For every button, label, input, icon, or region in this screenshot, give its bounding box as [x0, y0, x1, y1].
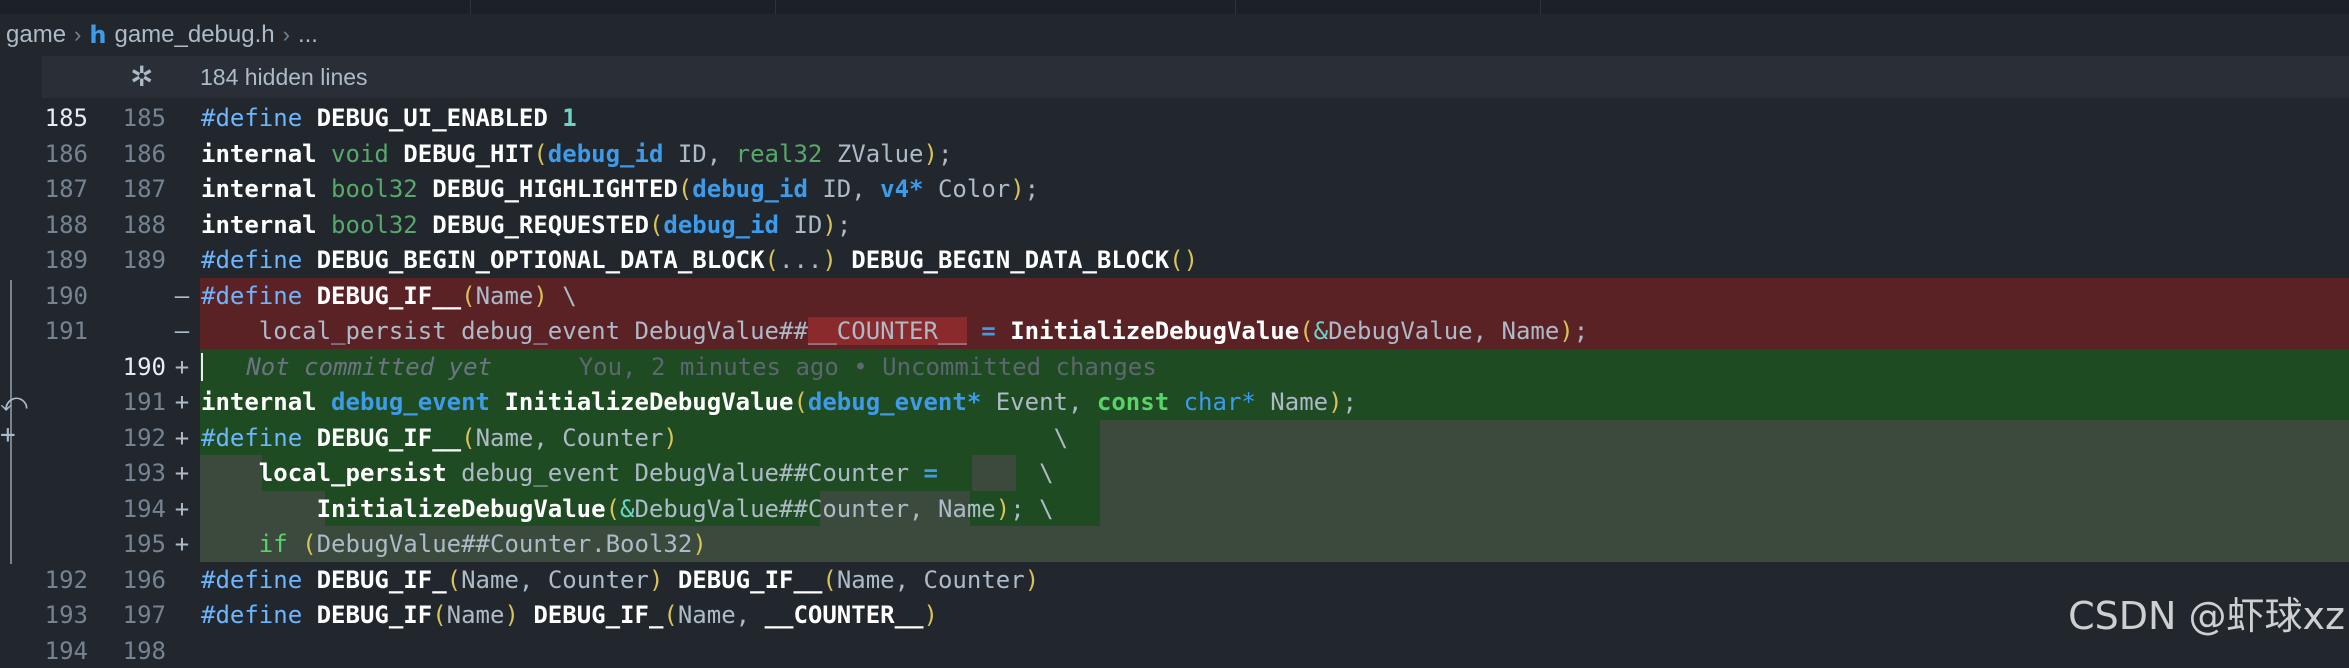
- removed-marker: —: [170, 317, 194, 345]
- old-line-number: 189: [28, 246, 88, 274]
- chevron-right-icon: ›: [74, 22, 81, 48]
- new-line-number: 187: [106, 175, 166, 203]
- changed-chars-highlight: [1100, 420, 2349, 456]
- breadcrumb: game › h game_debug.h › ...: [0, 14, 2349, 56]
- code-text: #define DEBUG_IF__(Name, Counter) \: [201, 424, 1068, 452]
- new-line-number: 189: [106, 246, 166, 274]
- blame-detail: You, 2 minutes ago • Uncommitted changes: [579, 353, 1157, 381]
- code-line-removed[interactable]: 191 — local_persist debug_event DebugVal…: [0, 313, 2349, 349]
- tab-strip-segment[interactable]: [1235, 0, 1541, 14]
- old-line-number: 191: [28, 317, 88, 345]
- old-line-number: 188: [28, 211, 88, 239]
- blame-author: Not committed yet: [246, 353, 492, 381]
- editor-tab-strip: [0, 0, 2349, 14]
- added-marker: +: [170, 495, 194, 523]
- added-marker: +: [170, 424, 194, 452]
- removed-marker: —: [170, 282, 194, 310]
- new-line-number: 191: [106, 388, 166, 416]
- old-line-number: 187: [28, 175, 88, 203]
- tab-strip-segment[interactable]: [470, 0, 776, 14]
- code-text: InitializeDebugValue(&DebugValue##Counte…: [201, 495, 1054, 523]
- code-line-added[interactable]: 194 + InitializeDebugValue(&DebugValue##…: [0, 491, 2349, 527]
- new-line-number: 186: [106, 140, 166, 168]
- code-line[interactable]: 193 197 #define DEBUG_IF(Name) DEBUG_IF_…: [0, 597, 2349, 633]
- code-text: internal debug_event InitializeDebugValu…: [201, 388, 1357, 416]
- new-line-number: 198: [106, 637, 166, 665]
- old-line-number: 185: [28, 104, 88, 132]
- new-line-number: 188: [106, 211, 166, 239]
- breadcrumb-symbol[interactable]: ...: [298, 21, 318, 49]
- header-file-icon: h: [89, 21, 106, 49]
- new-line-number: 196: [106, 566, 166, 594]
- code-line-removed[interactable]: 190 — #define DEBUG_IF__(Name) \: [0, 278, 2349, 314]
- code-text: internal bool32 DEBUG_REQUESTED(debug_id…: [201, 211, 851, 239]
- added-marker: +: [170, 459, 194, 487]
- code-line[interactable]: 186 186 internal void DEBUG_HIT(debug_id…: [0, 136, 2349, 172]
- code-text: #define DEBUG_IF_(Name, Counter) DEBUG_I…: [201, 566, 1039, 594]
- code-line-added[interactable]: 192 + #define DEBUG_IF__(Name, Counter) …: [0, 420, 2349, 456]
- diff-editor[interactable]: 185 185 #define DEBUG_UI_ENABLED 1 186 1…: [0, 100, 2349, 668]
- unfold-icon[interactable]: ✲: [130, 60, 153, 93]
- old-line-number: 186: [28, 140, 88, 168]
- old-line-number: 194: [28, 637, 88, 665]
- code-line[interactable]: 187 187 internal bool32 DEBUG_HIGHLIGHTE…: [0, 171, 2349, 207]
- new-line-number: 194: [106, 495, 166, 523]
- hidden-lines-bar[interactable]: ✲ 184 hidden lines: [42, 56, 2349, 98]
- hidden-lines-label: 184 hidden lines: [200, 64, 368, 91]
- new-line-number: 197: [106, 601, 166, 629]
- new-line-number: 193: [106, 459, 166, 487]
- added-marker: +: [170, 388, 194, 416]
- breadcrumb-folder[interactable]: game: [6, 21, 66, 49]
- code-text: internal bool32 DEBUG_HIGHLIGHTED(debug_…: [201, 175, 1039, 203]
- tab-strip-segment[interactable]: [775, 0, 1236, 14]
- code-line-added[interactable]: 195 + if (DebugValue##Counter.Bool32): [0, 526, 2349, 562]
- code-text: #define DEBUG_BEGIN_OPTIONAL_DATA_BLOCK(…: [201, 246, 1198, 274]
- breadcrumb-file[interactable]: game_debug.h: [114, 21, 274, 49]
- new-line-number: 195: [106, 530, 166, 558]
- tab-strip-segment[interactable]: [0, 0, 471, 14]
- added-marker: +: [170, 530, 194, 558]
- new-line-number: 192: [106, 424, 166, 452]
- code-line[interactable]: 189 189 #define DEBUG_BEGIN_OPTIONAL_DAT…: [0, 242, 2349, 278]
- code-line[interactable]: 185 185 #define DEBUG_UI_ENABLED 1: [0, 100, 2349, 136]
- code-text: #define DEBUG_IF__(Name) \: [201, 282, 577, 310]
- watermark: CSDN @虾球xz: [2068, 585, 2345, 640]
- added-marker: +: [170, 353, 194, 381]
- code-text: local_persist debug_event DebugValue##__…: [201, 317, 1588, 345]
- code-text: local_persist debug_event DebugValue##Co…: [201, 459, 1054, 487]
- code-text: #define DEBUG_UI_ENABLED 1: [201, 104, 577, 132]
- changed-chars-highlight: [1100, 455, 2349, 491]
- code-line-added[interactable]: 193 + local_persist debug_event DebugVal…: [0, 455, 2349, 491]
- code-line-added[interactable]: 191 + internal debug_event InitializeDeb…: [0, 384, 2349, 420]
- code-text: internal void DEBUG_HIT(debug_id ID, rea…: [201, 140, 952, 168]
- code-line-added[interactable]: 190 + Not committed yet You, 2 minutes a…: [0, 349, 2349, 385]
- code-line[interactable]: 194 198: [0, 633, 2349, 668]
- changed-chars-highlight: [1100, 491, 2349, 527]
- code-text: if (DebugValue##Counter.Bool32): [201, 530, 707, 558]
- new-line-number: 185: [106, 104, 166, 132]
- old-line-number: 193: [28, 601, 88, 629]
- code-line[interactable]: 188 188 internal bool32 DEBUG_REQUESTED(…: [0, 207, 2349, 243]
- new-line-number: 190: [106, 353, 166, 381]
- old-line-number: 190: [28, 282, 88, 310]
- old-line-number: 192: [28, 566, 88, 594]
- code-text: #define DEBUG_IF(Name) DEBUG_IF_(Name, _…: [201, 601, 938, 629]
- chevron-right-icon: ›: [283, 22, 290, 48]
- code-text: Not committed yet You, 2 minutes ago • U…: [201, 353, 1157, 381]
- code-line[interactable]: 192 196 #define DEBUG_IF_(Name, Counter)…: [0, 562, 2349, 598]
